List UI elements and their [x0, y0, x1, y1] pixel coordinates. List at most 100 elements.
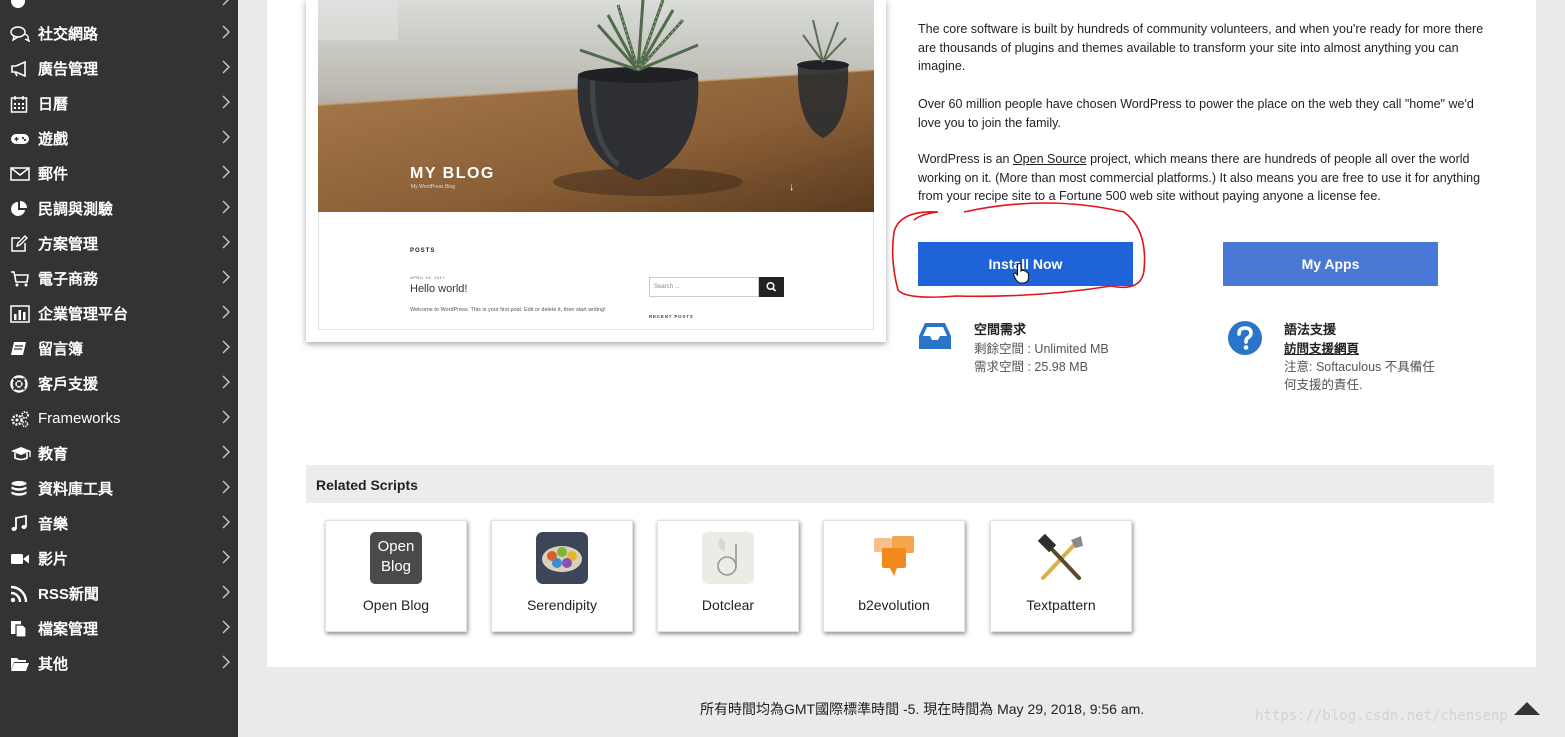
description-text: WordPress is an: [918, 152, 1013, 166]
preview-post-excerpt: Welcome to WordPress. This is your first…: [410, 307, 606, 313]
chevron-right-icon: [222, 0, 229, 6]
footer-time-text: 所有時間均為GMT國際標準時間 -5. 現在時間為 May 29, 2018, …: [700, 701, 1145, 717]
sidebar-item-projects[interactable]: 方案管理: [0, 226, 238, 261]
related-script-label: Textpattern: [1026, 597, 1096, 613]
chevron-right-icon: [222, 375, 230, 389]
related-script-card-open-blog[interactable]: Open Blog: [325, 520, 467, 632]
sidebar-item-guestbook[interactable]: 留言簿: [0, 331, 238, 366]
calendar-icon: [10, 95, 32, 113]
folder-open-icon: [10, 655, 32, 673]
hand-cursor-icon: [1012, 262, 1030, 284]
sidebar-item-files[interactable]: 檔案管理: [0, 611, 238, 646]
related-script-card-textpattern[interactable]: [990, 520, 1132, 632]
bar-chart-icon: [10, 304, 32, 323]
lifebuoy-icon: [10, 374, 32, 393]
support-note-line1: 注意: Softaculous 不具備任: [1284, 360, 1435, 374]
sidebar-item-database[interactable]: 資料庫工具: [0, 471, 238, 506]
sidebar-item-frameworks[interactable]: Frameworks: [0, 401, 238, 436]
textpattern-icon: [1037, 533, 1083, 580]
space-remaining: 剩餘空間 : Unlimited MB: [974, 342, 1109, 356]
preview-blog-subtitle: My WordPress Blog: [411, 184, 456, 190]
shopping-cart-icon: [10, 270, 32, 288]
sidebar-item-other[interactable]: 其他: [0, 646, 238, 681]
scroll-to-top-icon[interactable]: [1512, 699, 1542, 717]
related-scripts-title: Related Scripts: [316, 477, 418, 493]
sidebar-item-ads[interactable]: 廣告管理: [0, 51, 238, 86]
related-script-label: b2evolution: [858, 597, 930, 613]
preview-search-box: Search ...: [649, 277, 759, 297]
music-note-icon: [10, 514, 32, 533]
sidebar-item-label: 教育: [38, 446, 69, 463]
chevron-right-icon: [222, 655, 230, 669]
related-script-card-dotclear[interactable]: [657, 520, 799, 632]
open-blog-icon: Open Blog: [370, 532, 422, 584]
chevron-right-icon: [222, 200, 230, 214]
sidebar-item-calendar[interactable]: 日曆: [0, 86, 238, 121]
space-title: 空間需求: [974, 322, 1027, 337]
edit-square-icon: [10, 234, 32, 253]
preview-search-icon: [759, 277, 784, 297]
rss-icon: [10, 585, 32, 603]
sidebar-item-label: 資料庫工具: [38, 481, 114, 498]
sidebar-item-label: Frameworks: [38, 410, 121, 427]
my-apps-button[interactable]: My Apps: [1223, 242, 1438, 286]
sidebar-item-education[interactable]: 教育: [0, 436, 238, 471]
sidebar-item-label: 遊戲: [38, 131, 69, 148]
related-script-card-b2evolution[interactable]: [823, 520, 965, 632]
sidebar-item-video[interactable]: 影片: [0, 541, 238, 576]
related-script-label: Open Blog: [362, 597, 430, 613]
sidebar-item-label: 社交網路: [38, 26, 99, 43]
support-link[interactable]: 訪問支援網頁: [1284, 338, 1359, 357]
dotclear-icon: [702, 532, 754, 584]
partial-item-icon: [10, 0, 32, 10]
megaphone-icon: [10, 60, 32, 78]
chevron-right-icon: [222, 165, 230, 179]
description-paragraph-1: The core software is built by hundreds o…: [918, 22, 1484, 73]
open-blog-icon-text: Blog: [380, 558, 412, 575]
sidebar-item-label: RSS新聞: [38, 586, 99, 603]
chevron-right-icon: [222, 410, 230, 424]
b2evolution-icon: [874, 536, 914, 576]
chevron-right-icon: [222, 130, 230, 144]
open-source-link[interactable]: Open Source: [1013, 152, 1087, 166]
disk-space-icon: [919, 323, 951, 349]
sidebar-item-rss[interactable]: RSS新聞: [0, 576, 238, 611]
sidebar-item-games[interactable]: 遊戲: [0, 121, 238, 156]
chevron-right-icon: [222, 480, 230, 494]
related-script-label: Dotclear: [701, 597, 755, 613]
chevron-right-icon: [222, 445, 230, 459]
pie-chart-icon: [10, 200, 32, 218]
chevron-right-icon: [222, 515, 230, 529]
preview-recent-posts-heading: RECENT POSTS: [649, 314, 694, 319]
sidebar-item-music[interactable]: 音樂: [0, 506, 238, 541]
gamepad-icon: [10, 130, 32, 148]
preview-posts-heading: POSTS: [410, 248, 436, 254]
sidebar-item-erp[interactable]: 企業管理平台: [0, 296, 238, 331]
sidebar-item-ecommerce[interactable]: 電子商務: [0, 261, 238, 296]
sidebar-item-label: 其他: [38, 656, 69, 673]
related-script-label: Serendipity: [526, 597, 598, 613]
sidebar-item-label: 方案管理: [38, 236, 99, 253]
chevron-right-icon: [222, 340, 230, 354]
sidebar-item-label: 音樂: [38, 516, 69, 533]
sidebar-item-polls[interactable]: 民調與測驗: [0, 191, 238, 226]
video-camera-icon: [10, 550, 32, 568]
sidebar-item-mail[interactable]: 郵件: [0, 156, 238, 191]
chevron-right-icon: [222, 25, 230, 39]
sidebar-item-label: 企業管理平台: [38, 306, 129, 323]
watermark-text: https://blog.csdn.net/chensenp: [1255, 708, 1508, 724]
chevron-right-icon: [222, 270, 230, 284]
related-script-card-serendipity[interactable]: [491, 520, 633, 632]
description-paragraph-2: Over 60 million people have chosen WordP…: [918, 97, 1474, 130]
sidebar-item-social[interactable]: 社交網路: [0, 16, 238, 51]
sidebar-item-label: 電子商務: [38, 271, 99, 288]
related-scripts-header: [306, 465, 1494, 503]
chevron-right-icon: [222, 60, 230, 74]
cogs-icon: [10, 410, 32, 428]
preview-hero-image: [318, 0, 874, 212]
chevron-right-icon: [222, 235, 230, 249]
chevron-right-icon: [222, 585, 230, 599]
sidebar-item-support[interactable]: 客戶支援: [0, 366, 238, 401]
space-required: 需求空間 : 25.98 MB: [974, 360, 1088, 374]
help-question-icon: [1228, 321, 1262, 355]
